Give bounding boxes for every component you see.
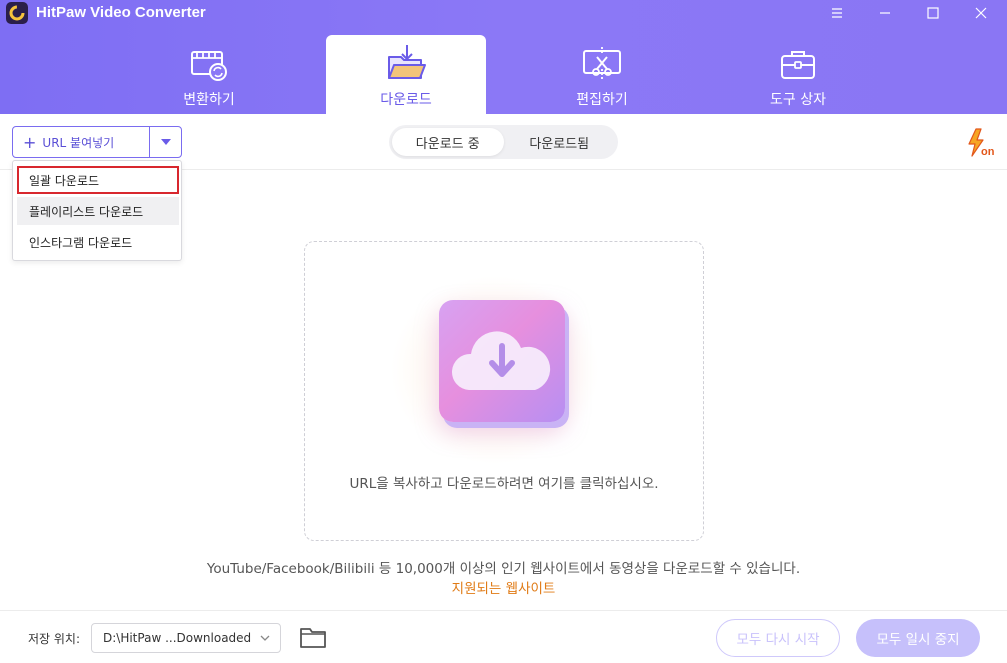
- tab-edit-label: 편집하기: [576, 92, 628, 108]
- tab-download-label: 다운로드: [380, 92, 432, 108]
- cloud-download-icon: [439, 300, 565, 422]
- paste-url-label: URL 붙여넣기: [42, 135, 115, 150]
- segment-downloading[interactable]: 다운로드 중: [392, 128, 504, 156]
- paste-url-main[interactable]: + URL 붙여넣기: [13, 127, 149, 157]
- menu-item-batch-download[interactable]: 일괄 다운로드: [17, 166, 179, 194]
- download-status-segment: 다운로드 중 다운로드됨: [389, 125, 618, 159]
- tab-toolbox[interactable]: 도구 상자: [718, 35, 878, 114]
- open-folder-icon[interactable]: [300, 626, 326, 648]
- save-location-label: 저장 위치:: [28, 632, 81, 646]
- folder-download-icon: [388, 45, 426, 79]
- maximize-icon[interactable]: [910, 0, 956, 26]
- drop-zone-instruction: URL을 복사하고 다운로드하려면 여기를 클릭하십시오.: [349, 476, 659, 492]
- tab-edit[interactable]: 편집하기: [522, 35, 682, 114]
- title-bar-header: HitPaw Video Converter 변환하기 다운로드 편집하기 도구…: [0, 0, 1007, 114]
- save-path-select[interactable]: D:\HitPaw ...Downloaded: [91, 623, 281, 653]
- svg-text:on: on: [981, 146, 995, 158]
- caret-down-icon: [160, 139, 171, 145]
- restart-all-button[interactable]: 모두 다시 시작: [716, 619, 840, 657]
- menu-item-instagram-download[interactable]: 인스타그램 다운로드: [17, 228, 179, 256]
- lightning-boost-icon[interactable]: on: [966, 128, 998, 158]
- menu-item-playlist-download[interactable]: 플레이리스트 다운로드: [17, 197, 179, 225]
- pause-all-button[interactable]: 모두 일시 중지: [856, 619, 980, 657]
- supported-sites-link[interactable]: 지원되는 웹사이트: [0, 577, 1007, 597]
- tab-toolbox-label: 도구 상자: [770, 92, 826, 108]
- plus-icon: +: [23, 132, 37, 152]
- close-icon[interactable]: [958, 0, 1004, 26]
- film-convert-icon: [191, 51, 227, 81]
- tab-download[interactable]: 다운로드: [326, 35, 486, 114]
- supported-sites-description: YouTube/Facebook/Bilibili 등 10,000개 이상의 …: [206, 561, 801, 577]
- tab-convert-label: 변환하기: [183, 92, 235, 108]
- segment-downloaded[interactable]: 다운로드됨: [504, 128, 616, 156]
- save-path-value: D:\HitPaw ...Downloaded: [103, 631, 252, 645]
- toolbox-icon: [781, 51, 815, 79]
- paste-url-button[interactable]: + URL 붙여넣기: [12, 126, 182, 158]
- paste-url-dropdown-toggle[interactable]: [149, 127, 181, 157]
- minimize-icon[interactable]: [862, 0, 908, 26]
- scissors-edit-icon: [583, 47, 621, 81]
- paste-url-dropdown-menu: 일괄 다운로드 플레이리스트 다운로드 인스타그램 다운로드: [12, 160, 182, 261]
- app-logo-icon: [6, 2, 28, 24]
- footer-divider: [0, 610, 1007, 611]
- tab-convert[interactable]: 변환하기: [129, 35, 289, 114]
- menu-icon[interactable]: [814, 0, 860, 26]
- chevron-down-icon: [260, 635, 270, 641]
- app-title: HitPaw Video Converter: [36, 4, 206, 21]
